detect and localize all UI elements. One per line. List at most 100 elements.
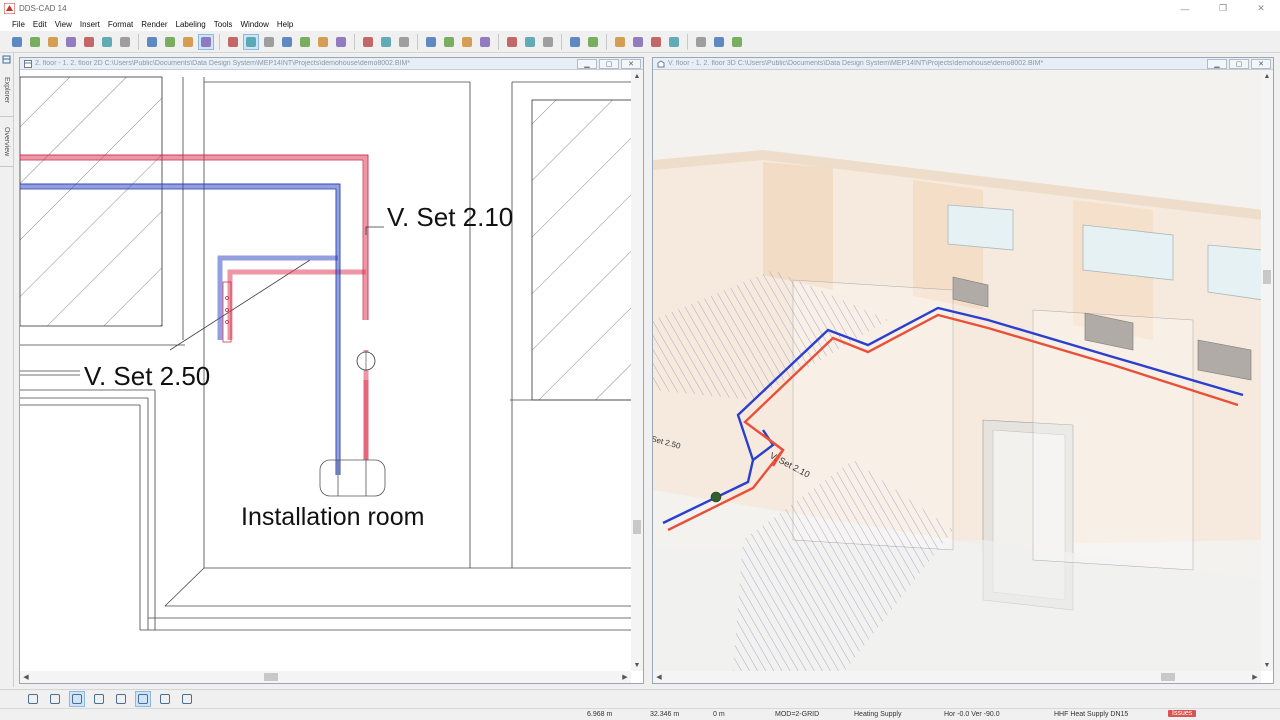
section-icon[interactable] xyxy=(360,34,376,50)
toolbar-separator xyxy=(219,33,220,50)
application-window: DDS-CAD 14 — ❐ ✕ File Edit View Insert F… xyxy=(0,0,1280,720)
toolbar-separator xyxy=(498,33,499,50)
maximize-button[interactable]: ❐ xyxy=(1204,0,1242,17)
menu-help[interactable]: Help xyxy=(273,20,297,29)
view-3d-vertical-scrollbar[interactable]: ▲ ▼ xyxy=(1261,70,1273,671)
view-2d-titlebar[interactable]: 2. floor - 1. 2. floor 2D C:\Users\Publi… xyxy=(20,58,643,70)
side-panel-tabs: Explorer Overview xyxy=(0,53,14,687)
bottom-toolbar xyxy=(0,689,1280,707)
save-icon[interactable] xyxy=(27,34,43,50)
menu-tools[interactable]: Tools xyxy=(210,20,237,29)
storey-icon[interactable] xyxy=(540,34,556,50)
connect-icon[interactable] xyxy=(441,34,457,50)
scroll-down-arrow-icon[interactable]: ▼ xyxy=(631,659,643,671)
window-layout-icon[interactable] xyxy=(693,34,709,50)
view-3d-titlebar[interactable]: V. floor - 1. 2. floor 3D C:\Users\Publi… xyxy=(653,58,1273,70)
open-icon[interactable] xyxy=(9,34,25,50)
menu-format[interactable]: Format xyxy=(104,20,137,29)
scroll-right-arrow-icon[interactable]: ▶ xyxy=(619,671,631,683)
zoom-extents-icon[interactable] xyxy=(261,34,277,50)
select-icon[interactable] xyxy=(198,33,214,50)
image-icon[interactable] xyxy=(711,34,727,50)
issues-button[interactable]: Issues xyxy=(1168,710,1197,717)
redo-icon[interactable] xyxy=(117,34,133,50)
status-z-coordinate: 0 m xyxy=(713,711,725,718)
calculate-icon[interactable] xyxy=(567,34,583,50)
tab-explorer[interactable]: Explorer xyxy=(0,65,13,117)
check-icon[interactable] xyxy=(666,34,682,50)
menu-labeling[interactable]: Labeling xyxy=(172,20,210,29)
floor-icon[interactable] xyxy=(522,34,538,50)
print-preview-icon[interactable] xyxy=(63,34,79,50)
layer-icon[interactable] xyxy=(378,34,394,50)
xref-icon[interactable] xyxy=(179,691,195,707)
snap-icon[interactable] xyxy=(25,691,41,707)
view-2d-vertical-scrollbar[interactable]: ▲ ▼ xyxy=(631,70,643,671)
minimize-button[interactable]: — xyxy=(1166,0,1204,17)
zoom-icon[interactable] xyxy=(144,34,160,50)
object-snap-icon[interactable] xyxy=(91,691,107,707)
pan-icon[interactable] xyxy=(162,34,178,50)
grid-icon[interactable] xyxy=(47,691,63,707)
drawing-canvas-3d[interactable]: V. Set 2.10 Set 2.50 xyxy=(653,70,1261,671)
scroll-up-arrow-icon[interactable]: ▲ xyxy=(1261,70,1273,82)
close-button[interactable]: ✕ xyxy=(1242,0,1280,17)
leader-line xyxy=(365,226,384,235)
scroll-left-arrow-icon[interactable]: ◀ xyxy=(653,671,665,683)
visibility-icon[interactable] xyxy=(333,34,349,50)
status-x-coordinate: 6.968 m xyxy=(587,711,613,718)
pin-icon[interactable] xyxy=(0,53,13,65)
view-3d-minimize-button[interactable]: ▁ xyxy=(1207,59,1227,69)
fitting-icon[interactable] xyxy=(459,34,475,50)
view-2d-window[interactable]: 2. floor - 1. 2. floor 2D C:\Users\Publi… xyxy=(19,57,644,684)
settings-icon[interactable] xyxy=(729,34,745,50)
valve-icon[interactable] xyxy=(477,34,493,50)
menu-file[interactable]: File xyxy=(8,20,29,29)
view-3d-window[interactable]: V. floor - 1. 2. floor 3D C:\Users\Publi… xyxy=(652,57,1274,684)
print-icon[interactable] xyxy=(81,34,97,50)
view-eye-icon[interactable] xyxy=(315,34,331,50)
status-mode: MOD=2-GRID xyxy=(775,711,820,718)
dimension-icon[interactable] xyxy=(396,34,412,50)
view-2d-vertical-thumb[interactable] xyxy=(633,520,641,534)
render-icon[interactable] xyxy=(180,34,196,50)
flow-icon[interactable] xyxy=(630,34,646,50)
view-2d-maximize-button[interactable]: ▢ xyxy=(599,59,619,69)
scroll-down-arrow-icon[interactable]: ▼ xyxy=(1261,659,1273,671)
scroll-left-arrow-icon[interactable]: ◀ xyxy=(20,671,32,683)
view-2d-horizontal-scrollbar[interactable]: ◀ ▶ xyxy=(20,671,631,683)
heating-icon[interactable] xyxy=(612,34,628,50)
report-icon[interactable] xyxy=(585,34,601,50)
view-3d-horizontal-scrollbar[interactable]: ◀ ▶ xyxy=(653,671,1261,683)
view-3d-close-button[interactable]: ✕ xyxy=(1251,59,1271,69)
ucs-icon[interactable] xyxy=(135,690,151,707)
menu-insert[interactable]: Insert xyxy=(76,20,104,29)
drawing-canvas-2d[interactable]: V. Set 2.10 V. Set 2.50 Installation roo… xyxy=(20,70,631,671)
menu-view[interactable]: View xyxy=(51,20,76,29)
scroll-right-arrow-icon[interactable]: ▶ xyxy=(1249,671,1261,683)
ortho-icon[interactable] xyxy=(69,690,85,707)
view-3d-vertical-thumb[interactable] xyxy=(1263,270,1271,284)
polar-icon[interactable] xyxy=(113,691,129,707)
zoom-all-icon[interactable] xyxy=(243,33,259,50)
view-3d-maximize-button[interactable]: ▢ xyxy=(1229,59,1249,69)
scroll-up-arrow-icon[interactable]: ▲ xyxy=(631,70,643,82)
menu-bar: File Edit View Insert Format Render Labe… xyxy=(0,17,1280,31)
building-icon[interactable] xyxy=(504,34,520,50)
view-2d-horizontal-thumb[interactable] xyxy=(264,673,278,681)
menu-render[interactable]: Render xyxy=(137,20,171,29)
view-2d-minimize-button[interactable]: ▁ xyxy=(577,59,597,69)
pipe-route-icon[interactable] xyxy=(423,34,439,50)
tab-overview[interactable]: Overview xyxy=(0,117,13,167)
export-icon[interactable] xyxy=(45,34,61,50)
view-2d-close-button[interactable]: ✕ xyxy=(621,59,641,69)
menu-edit[interactable]: Edit xyxy=(29,20,51,29)
undo-icon[interactable] xyxy=(99,34,115,50)
zoom-previous-icon[interactable] xyxy=(279,34,295,50)
model-icon[interactable] xyxy=(157,691,173,707)
zoom-window-icon[interactable] xyxy=(225,34,241,50)
balance-icon[interactable] xyxy=(648,34,664,50)
view-3d-horizontal-thumb[interactable] xyxy=(1161,673,1175,681)
wireframe-icon[interactable] xyxy=(297,34,313,50)
menu-window[interactable]: Window xyxy=(236,20,272,29)
